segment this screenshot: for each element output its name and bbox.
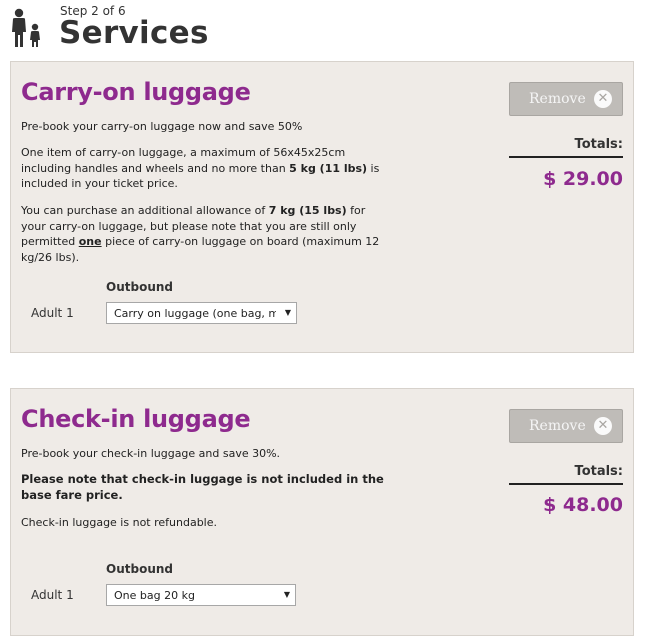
carry-on-intro: Pre-book your carry-on luggage now and s… — [21, 120, 303, 133]
carry-on-total-value: $ 29.00 — [543, 168, 623, 190]
check-in-intro: Pre-book your check-in luggage and save … — [21, 447, 281, 460]
page-header: Step 2 of 6 Services — [0, 0, 647, 60]
carry-on-title: Carry-on luggage — [21, 78, 251, 106]
check-in-title: Check-in luggage — [21, 405, 251, 433]
check-in-passenger-label: Adult 1 — [31, 588, 74, 602]
check-in-outbound-label: Outbound — [106, 562, 173, 576]
carry-on-allowance-info: You can purchase an additional allowance… — [21, 203, 386, 265]
carry-on-one-piece: one — [78, 235, 102, 248]
check-in-total-value: $ 48.00 — [543, 494, 623, 516]
carry-on-totals-label: Totals: — [509, 137, 623, 158]
remove-button-label: Remove — [529, 91, 586, 107]
carry-on-description: One item of carry-on luggage, a maximum … — [21, 145, 386, 192]
carry-on-select[interactable]: Carry on luggage (one bag, max 12 kg) ▼ — [106, 302, 297, 324]
check-in-totals-label: Totals: — [509, 464, 623, 485]
check-in-remove-button[interactable]: Remove ✕ — [509, 409, 623, 443]
check-in-refund-note: Check-in luggage is not refundable. — [21, 516, 217, 529]
check-in-select[interactable]: One bag 20 kg ▼ — [106, 584, 296, 606]
chevron-down-icon: ▼ — [283, 590, 291, 599]
carry-on-remove-button[interactable]: Remove ✕ — [509, 82, 623, 116]
close-icon: ✕ — [594, 90, 612, 108]
chevron-down-icon: ▼ — [284, 308, 292, 317]
carry-on-select-value: Carry on luggage (one bag, max 12 kg) — [114, 307, 276, 320]
carry-on-outbound-label: Outbound — [106, 280, 173, 294]
check-in-note: Please note that check-in luggage is not… — [21, 472, 384, 502]
family-icon — [12, 8, 40, 47]
carry-on-extra-weight: 7 kg (15 lbs) — [268, 204, 347, 217]
remove-button-label: Remove — [529, 418, 586, 434]
close-icon: ✕ — [594, 417, 612, 435]
carry-on-weight: 5 kg (11 lbs) — [289, 161, 368, 175]
carry-on-desc-text: You can purchase an additional allowance… — [21, 204, 269, 217]
check-in-select-value: One bag 20 kg — [114, 589, 195, 602]
carry-on-passenger-label: Adult 1 — [31, 306, 74, 320]
carry-on-panel: Carry-on luggage Pre-book your carry-on … — [10, 61, 634, 353]
page-title: Services — [59, 15, 209, 51]
check-in-panel: Check-in luggage Pre-book your check-in … — [10, 388, 634, 636]
